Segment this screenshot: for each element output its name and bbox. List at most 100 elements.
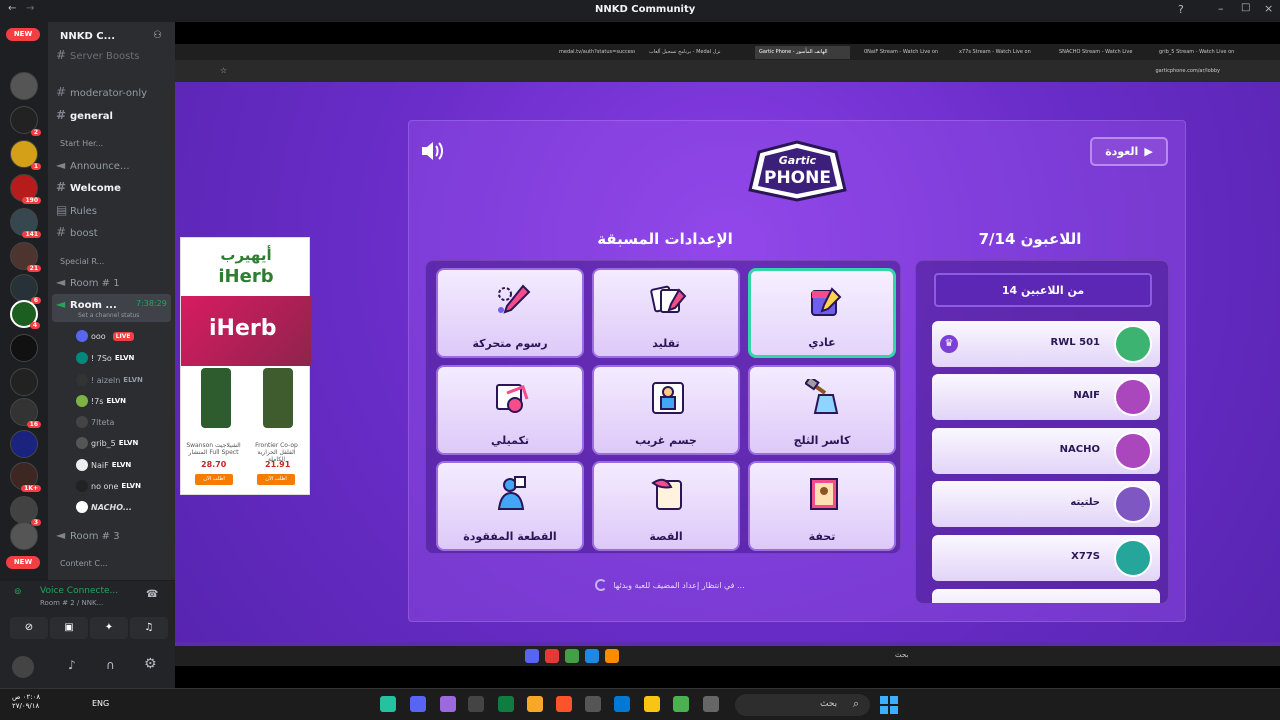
search-box[interactable]: بحث ⌕ (735, 694, 870, 716)
buy-button[interactable]: اطلب الآن (195, 474, 233, 485)
maximize-icon[interactable]: □ (1241, 2, 1250, 13)
clock[interactable]: ٠٢:٠٨ ص ٢٧/٠٩/١٨ (12, 693, 40, 711)
preset-alien-body[interactable]: جسم غريب (592, 365, 740, 455)
channel-general[interactable]: general (70, 111, 113, 122)
server-icon[interactable]: 1K+ (10, 462, 41, 492)
minimize-icon[interactable]: – (1218, 2, 1224, 15)
server-icon[interactable]: 190 (10, 174, 41, 204)
voice-user[interactable]: 7lteta (76, 416, 114, 428)
browser-tab[interactable]: SNACHO Stream - Watch Live (1055, 46, 1145, 59)
server-icon[interactable] (10, 72, 38, 100)
app-icon[interactable] (585, 649, 599, 663)
preset-animation[interactable]: رسوم متحركة (436, 268, 584, 358)
category-start-here[interactable]: Start Her... (60, 139, 103, 148)
soundboard-button[interactable]: ♫ (130, 617, 168, 639)
server-icon[interactable]: 21 (10, 242, 41, 272)
speaker-icon[interactable] (420, 140, 448, 164)
buy-button[interactable]: اطلب الآن (257, 474, 295, 485)
forward-arrow-icon[interactable]: → (26, 3, 34, 14)
iherb-ad[interactable]: أيهيرب iHerb iHerb Swanson الشيلاجيت الم… (180, 237, 311, 495)
microphone-icon[interactable]: ♪ (68, 658, 76, 672)
headphones-icon[interactable]: ∩ (106, 658, 115, 672)
server-icon[interactable]: 16 (10, 398, 41, 428)
browser-tab[interactable]: grib_5 Stream - Watch Live on (1155, 46, 1240, 59)
server-icon[interactable] (10, 522, 38, 550)
app-icon[interactable] (673, 696, 689, 712)
voice-room-1[interactable]: Room # 1 (70, 278, 120, 289)
preset-story[interactable]: القصة (592, 461, 740, 551)
browser-tab-active[interactable]: Gartic Phone - الهاتف المأسور (755, 46, 850, 59)
activities-button[interactable]: ✦ (90, 617, 128, 639)
app-icon[interactable] (468, 696, 484, 712)
server-icon[interactable]: 2 (10, 106, 41, 136)
server-icon[interactable]: 1 (10, 140, 41, 170)
channel-status[interactable]: Set a channel status (78, 312, 139, 319)
category-special[interactable]: Special R... (60, 257, 104, 266)
settings-gear-icon[interactable]: ⚙ (144, 656, 157, 672)
server-icon[interactable]: 3 (10, 496, 41, 526)
disconnect-icon[interactable]: ☎ (146, 589, 158, 600)
back-arrow-icon[interactable]: ← (8, 3, 16, 14)
brave-icon[interactable] (556, 696, 572, 712)
voice-status[interactable]: Voice Connecte... (40, 586, 118, 596)
address-field[interactable]: garticphone.com/ar/lobby (1155, 68, 1220, 74)
avatar[interactable] (12, 656, 34, 678)
preset-normal[interactable]: عادي (748, 268, 896, 358)
voice-room[interactable]: Room # 2 / NNK... (40, 599, 103, 607)
app-icon[interactable] (527, 696, 543, 712)
channel-moderator-only[interactable]: moderator-only (70, 88, 147, 99)
category-content[interactable]: Content C... (60, 559, 108, 568)
channel-boost[interactable]: boost (70, 228, 98, 239)
browser-tab[interactable]: medal.tv/auth?status=success (555, 46, 635, 59)
discord-taskbar-icon[interactable] (410, 696, 426, 712)
channel-rules[interactable]: Rules (70, 206, 97, 217)
app-icon[interactable] (440, 696, 456, 712)
voice-user[interactable]: ! 7So ELVN (76, 352, 134, 364)
channel-server-boosts[interactable]: Server Boosts (70, 51, 139, 62)
voice-user[interactable]: !7s ELVN (76, 395, 126, 407)
close-icon[interactable]: × (1264, 2, 1273, 15)
voice-user[interactable]: ooo LIVE (76, 330, 134, 342)
app-icon[interactable] (605, 649, 619, 663)
server-icon[interactable] (10, 368, 38, 396)
preset-missing-piece[interactable]: القطعة المفقودة (436, 461, 584, 551)
edge-icon[interactable] (614, 696, 630, 712)
discord-app-icon[interactable] (525, 649, 539, 663)
search-label[interactable]: بحث (895, 651, 908, 659)
max-players-select[interactable]: 14 من اللاعبين (934, 273, 1152, 307)
voice-user[interactable]: ! aizeln ELVN (76, 374, 143, 386)
server-icon[interactable] (10, 334, 38, 362)
browser-tab[interactable]: x77s Stream - Watch Live on (955, 46, 1045, 59)
app-icon[interactable] (498, 696, 514, 712)
app-icon[interactable] (565, 649, 579, 663)
preset-icebreaker[interactable]: كاسر الثلج (748, 365, 896, 455)
add-user-icon[interactable]: ⚇ (153, 30, 162, 41)
channel-welcome[interactable]: Welcome (70, 183, 121, 194)
browser-tab[interactable]: 0NaiF Stream - Watch Live on (860, 46, 945, 59)
folder-icon[interactable] (644, 696, 660, 712)
browser-tab[interactable]: برنامج تسجيل ألعاب - Medal نزل (645, 46, 745, 59)
camera-off-button[interactable]: ⊘ (10, 617, 48, 639)
back-button[interactable]: العودة ▶ (1090, 137, 1168, 166)
voice-user[interactable]: grib_5 ELVN (76, 437, 138, 449)
voice-user[interactable]: NACHO... (76, 501, 132, 513)
preset-complement[interactable]: تكميلي (436, 365, 584, 455)
star-icon[interactable]: ☆ (220, 66, 227, 75)
screen-share-button[interactable]: ▣ (50, 617, 88, 639)
help-icon[interactable]: ? (1178, 3, 1184, 16)
server-icon[interactable]: 6 (10, 274, 41, 304)
voice-user[interactable]: NaiF ELVN (76, 459, 131, 471)
voice-room-3[interactable]: Room # 3 (70, 531, 120, 542)
server-icon[interactable]: 141 (10, 208, 41, 238)
app-icon[interactable] (380, 696, 396, 712)
server-icon-active[interactable]: 4 (10, 300, 40, 329)
app-icon[interactable] (703, 696, 719, 712)
voice-user[interactable]: no one ELVN (76, 480, 141, 492)
server-name[interactable]: NNKD C... (60, 31, 115, 42)
channel-announcements[interactable]: Announce... (70, 161, 130, 172)
preset-imitation[interactable]: تقليد (592, 268, 740, 358)
preset-masterpiece[interactable]: تحفة (748, 461, 896, 551)
server-icon[interactable] (10, 430, 38, 458)
store-icon[interactable] (585, 696, 601, 712)
app-icon[interactable] (545, 649, 559, 663)
